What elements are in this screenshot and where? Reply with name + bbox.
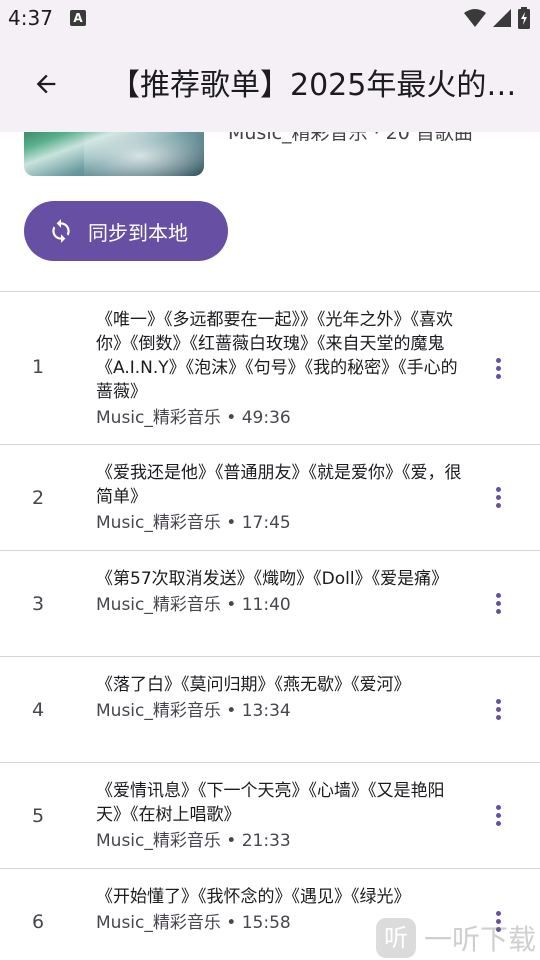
item-number: 6 [31, 911, 45, 933]
item-number: 5 [31, 805, 45, 827]
wifi-icon [464, 9, 486, 27]
item-title: 《第57次取消发送》《熾吻》《Doll》《爱是痛》 [96, 569, 449, 589]
more-options-button[interactable] [486, 803, 510, 827]
item-subtitle: Music_精彩音乐 • 49:36 [96, 408, 291, 428]
item-text: 《爱我还是他》《普通朋友》《就是爱你》《爱，很简单》 Music_精彩音乐 • … [96, 461, 468, 535]
item-subtitle: Music_精彩音乐 • 17:45 [96, 513, 291, 533]
list-item[interactable]: 2 《爱我还是他》《普通朋友》《就是爱你》《爱，很简单》 Music_精彩音乐 … [0, 444, 540, 550]
signal-icon [493, 9, 511, 27]
item-subtitle: Music_精彩音乐 • 11:40 [96, 595, 291, 615]
sync-button-label: 同步到本地 [88, 220, 188, 245]
watermark-text: 一听下载 [423, 923, 536, 956]
battery-icon [518, 7, 530, 29]
item-number: 2 [31, 487, 45, 509]
cover-wave-highlight [84, 132, 204, 176]
playlist-subtitle: Music_精彩音乐 · 20 首歌曲 [228, 132, 473, 144]
playlist-header: Music_精彩音乐 · 20 首歌曲 同步到本地 [0, 132, 540, 292]
list-item[interactable]: 1 《唯一》《多远都要在一起》》《光年之外》《喜欢你》《倒数》《红蔷薇白玫瑰》《… [0, 291, 540, 444]
status-icons [464, 7, 530, 29]
more-options-button[interactable] [486, 591, 510, 615]
sync-to-local-button[interactable]: 同步到本地 [24, 201, 228, 261]
item-number: 1 [31, 356, 45, 378]
page-title: 【推荐歌单】2025年最火的… [110, 68, 517, 103]
sync-icon [52, 219, 70, 243]
item-subtitle: Music_精彩音乐 • 13:34 [96, 701, 291, 721]
more-options-button[interactable] [486, 356, 510, 380]
list-item[interactable]: 4 《落了白》《莫问归期》《燕无歇》《爱河》 Music_精彩音乐 • 13:3… [0, 656, 540, 762]
item-title: 《落了白》《莫问归期》《燕无歇》《爱河》 [96, 675, 411, 695]
item-text: 《落了白》《莫问归期》《燕无歇》《爱河》 Music_精彩音乐 • 13:34 [96, 673, 468, 723]
item-title: 《开始懂了》《我怀念的》《遇见》《绿光》 [96, 887, 411, 907]
item-text: 《唯一》《多远都要在一起》》《光年之外》《喜欢你》《倒数》《红蔷薇白玫瑰》《来自… [96, 308, 468, 430]
watermark: 听 一听下载 [375, 918, 536, 958]
status-bar: 4:37 A [0, 0, 540, 36]
item-title: 《唯一》《多远都要在一起》》《光年之外》《喜欢你》《倒数》《红蔷薇白玫瑰》《来自… [96, 310, 458, 402]
more-options-button[interactable] [486, 485, 510, 509]
item-text: 《爱情讯息》《下一个天亮》《心墙》《又是艳阳天》《在树上唱歌》 Music_精彩… [96, 779, 468, 853]
song-list: 1 《唯一》《多远都要在一起》》《光年之外》《喜欢你》《倒数》《红蔷薇白玫瑰》《… [0, 291, 540, 960]
item-subtitle: Music_精彩音乐 • 21:33 [96, 831, 291, 851]
more-options-button[interactable] [486, 697, 510, 721]
top-app-bar: 【推荐歌单】2025年最火的… [0, 36, 540, 132]
list-item[interactable]: 3 《第57次取消发送》《熾吻》《Doll》《爱是痛》 Music_精彩音乐 •… [0, 550, 540, 656]
watermark-logo: 听 [375, 918, 416, 958]
list-item[interactable]: 5 《爱情讯息》《下一个天亮》《心墙》《又是艳阳天》《在树上唱歌》 Music_… [0, 762, 540, 868]
status-time: 4:37 [8, 6, 53, 30]
arrow-left-icon [36, 74, 56, 94]
notification-icon: A [70, 10, 86, 26]
item-title: 《爱情讯息》《下一个天亮》《心墙》《又是艳阳天》《在树上唱歌》 [96, 781, 445, 825]
item-number: 4 [31, 699, 45, 721]
item-title: 《爱我还是他》《普通朋友》《就是爱你》《爱，很简单》 [96, 463, 462, 507]
back-button[interactable] [26, 64, 66, 104]
playlist-cover-image [24, 132, 204, 176]
item-text: 《第57次取消发送》《熾吻》《Doll》《爱是痛》 Music_精彩音乐 • 1… [96, 567, 468, 617]
item-number: 3 [31, 593, 45, 615]
